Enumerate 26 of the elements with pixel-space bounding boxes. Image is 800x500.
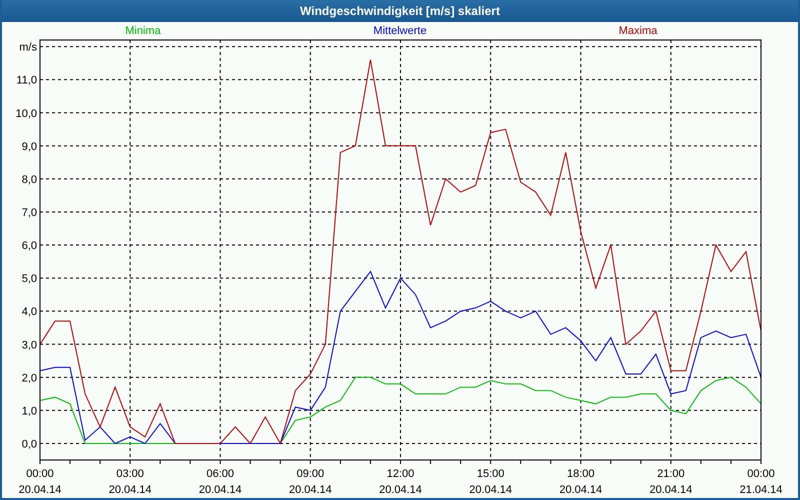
legend-label: Mittelwerte <box>373 25 427 37</box>
y-tick-label: 7,0 <box>22 206 37 219</box>
y-tick-label: 0,0 <box>22 438 37 450</box>
x-tick-label: 15:00 20.04.14 <box>469 468 512 496</box>
y-tick-label: 8,0 <box>22 174 37 186</box>
x-tick-label: 12:00 20.04.14 <box>379 468 422 496</box>
y-tick-label: 6,0 <box>22 240 37 252</box>
y-tick-label: 3,0 <box>22 339 37 352</box>
y-tick-label: 5,0 <box>22 273 37 286</box>
x-tick-label: 03:00 20.04.14 <box>108 468 152 496</box>
y-axis-unit: m/s <box>19 42 37 54</box>
x-tick-label: 21:00 20.04.14 <box>649 468 692 496</box>
y-tick-label: 11,0 <box>16 74 37 87</box>
legend-label: Maxima <box>618 25 658 37</box>
x-tick-label: 18:00 20.04.14 <box>559 468 602 496</box>
x-tick-label: 06:00 20.04.14 <box>198 468 242 496</box>
window-title: Windgeschwindigkeit [m/s] skaliert <box>2 0 798 22</box>
y-tick-label: 2,0 <box>22 372 37 384</box>
legend-label: Minima <box>125 25 161 37</box>
y-tick-label: 9,0 <box>22 140 37 153</box>
y-tick-label: 10,0 <box>16 108 37 120</box>
x-tick-label: 00:00 21.04.14 <box>740 468 782 496</box>
y-tick-label: 1,0 <box>22 405 37 418</box>
x-tick-label: 00:00 20.04.14 <box>18 468 62 496</box>
x-tick-label: 09:00 20.04.14 <box>288 468 332 496</box>
y-tick-label: 4,0 <box>22 306 37 318</box>
